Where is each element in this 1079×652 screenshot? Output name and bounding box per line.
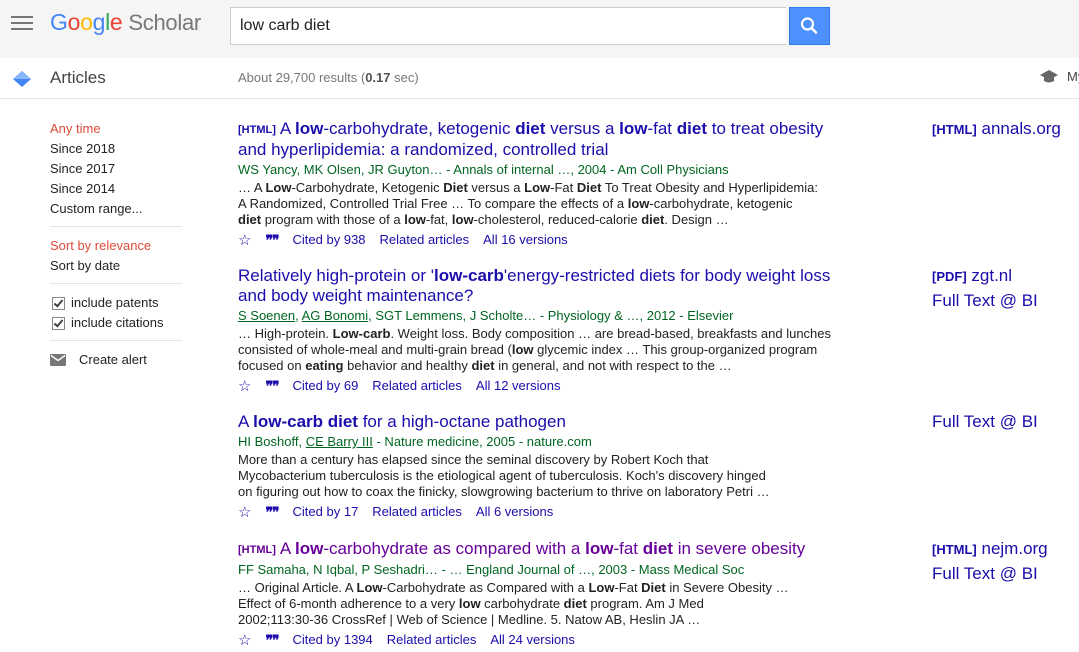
divider (50, 340, 182, 341)
result-title-link[interactable]: Relatively high-protein or 'low-carb'ene… (238, 266, 838, 306)
filter-custom-range[interactable]: Custom range... (50, 199, 182, 219)
result-actions: ☆ ❞❞ Cited by 938 Related articles All 1… (238, 231, 838, 249)
full-text-bi-link[interactable]: Full Text @ BI (932, 562, 1072, 586)
divider (50, 283, 182, 284)
related-articles-link[interactable]: Related articles (387, 631, 477, 649)
envelope-icon (50, 354, 66, 366)
include-citations-checkbox[interactable]: include citations (52, 313, 182, 333)
checkbox-checked-icon[interactable] (52, 296, 65, 310)
source-domain: annals.org (981, 119, 1061, 138)
result-side-links: [PDF] zgt.nl Full Text @ BI (932, 264, 1072, 313)
result-snippet: … Original Article. A Low-Carbohydrate a… (238, 580, 789, 627)
result-actions: ☆ ❞❞ Cited by 69 Related articles All 12… (238, 377, 838, 395)
result-snippet: More than a century has elapsed since th… (238, 452, 770, 499)
search-icon (800, 17, 818, 34)
format-tag: [HTML] (932, 542, 977, 557)
fulltext-source-link[interactable]: [PDF] zgt.nl (932, 264, 1072, 289)
format-tag: [HTML] (238, 544, 276, 556)
result-title-link[interactable]: [HTML] A low-carbohydrate as compared wit… (238, 539, 838, 560)
all-versions-link[interactable]: All 12 versions (476, 377, 561, 395)
google-scholar-logo[interactable]: Google Scholar (50, 9, 201, 36)
checkbox-checked-icon[interactable] (52, 316, 65, 330)
create-alert-label: Create alert (79, 352, 147, 367)
filter-since-2018[interactable]: Since 2018 (50, 139, 182, 159)
cite-quote-icon[interactable]: ❞❞ (265, 631, 279, 649)
filter-since-2017[interactable]: Since 2017 (50, 159, 182, 179)
include-patents-label: include patents (71, 295, 159, 310)
fulltext-source-link[interactable]: [HTML] annals.org (932, 117, 1072, 142)
format-tag: [PDF] (932, 269, 967, 284)
top-bar: Google Scholar (0, 0, 1079, 58)
author-link[interactable]: S Soenen (238, 308, 295, 323)
results-subheader: Articles About 29,700 results (0.17 sec)… (0, 58, 1079, 99)
source-domain: nejm.org (981, 539, 1048, 558)
result-snippet: … A Low-Carbohydrate, Ketogenic Diet ver… (238, 180, 818, 227)
result-side-links: [HTML] nejm.org Full Text @ BI (932, 537, 1072, 586)
cite-quote-icon[interactable]: ❞❞ (265, 231, 279, 249)
result-side-links: [HTML] annals.org (932, 117, 1072, 142)
sort-by-date[interactable]: Sort by date (50, 256, 182, 276)
result-actions: ☆ ❞❞ Cited by 17 Related articles All 6 … (238, 503, 838, 521)
cited-by-link[interactable]: Cited by 69 (293, 377, 359, 395)
result-title-link[interactable]: [HTML] A low-carbohydrate, ketogenic diet… (238, 119, 838, 160)
result-title-text[interactable]: A low-carbohydrate, ketogenic diet versu… (238, 119, 823, 159)
filter-any-time[interactable]: Any time (50, 119, 182, 139)
include-citations-label: include citations (71, 315, 164, 330)
fulltext-source-link[interactable]: [HTML] nejm.org (932, 537, 1072, 562)
filter-since-2014[interactable]: Since 2014 (50, 179, 182, 199)
full-text-bi-link[interactable]: Full Text @ BI (932, 289, 1072, 313)
graduation-cap-icon[interactable] (1040, 69, 1058, 85)
save-star-icon[interactable]: ☆ (238, 633, 251, 648)
include-patents-checkbox[interactable]: include patents (52, 293, 182, 313)
menu-icon[interactable] (11, 16, 33, 34)
result-title-text[interactable]: A low-carbohydrate as compared with a lo… (280, 539, 805, 558)
cited-by-link[interactable]: Cited by 938 (293, 231, 366, 249)
sort-by-relevance[interactable]: Sort by relevance (50, 236, 182, 256)
full-text-bi-link[interactable]: Full Text @ BI (932, 410, 1072, 434)
result-authors: FF Samaha, N Iqbal, P Seshadri… - … Engl… (238, 562, 745, 577)
save-star-icon[interactable]: ☆ (238, 233, 251, 248)
cited-by-link[interactable]: Cited by 17 (293, 503, 359, 521)
format-tag: [HTML] (238, 124, 276, 136)
cite-quote-icon[interactable]: ❞❞ (265, 377, 279, 395)
related-articles-link[interactable]: Related articles (372, 503, 462, 521)
cited-by-link[interactable]: Cited by 1394 (293, 631, 373, 649)
filter-sidebar: Any time Since 2018 Since 2017 Since 201… (50, 119, 182, 370)
all-versions-link[interactable]: All 6 versions (476, 503, 553, 521)
search-input[interactable] (230, 7, 786, 45)
result-authors: HI Boshoff, CE Barry III - Nature medici… (238, 434, 592, 449)
all-versions-link[interactable]: All 16 versions (483, 231, 568, 249)
author-link[interactable]: CE Barry III (306, 434, 373, 449)
my-profile-link[interactable]: My profile (1067, 69, 1079, 84)
related-articles-link[interactable]: Related articles (372, 377, 462, 395)
result-authors: WS Yancy, MK Olsen, JR Guyton… - Annals … (238, 162, 729, 177)
articles-icon (13, 71, 31, 87)
result-side-links: Full Text @ BI (932, 410, 1072, 434)
author-link[interactable]: AG Bonomi (302, 308, 368, 323)
results-count: About 29,700 results (0.17 sec) (238, 70, 419, 85)
result-item: A low-carb diet for a high-octane pathog… (238, 412, 838, 521)
result-item: Relatively high-protein or 'low-carb'ene… (238, 266, 838, 395)
save-star-icon[interactable]: ☆ (238, 379, 251, 394)
related-articles-link[interactable]: Related articles (380, 231, 470, 249)
source-domain: zgt.nl (971, 266, 1013, 285)
result-actions: ☆ ❞❞ Cited by 1394 Related articles All … (238, 631, 838, 649)
result-authors: S Soenen, AG Bonomi, SGT Lemmens, J Scho… (238, 308, 734, 323)
search-button[interactable] (789, 7, 830, 45)
create-alert-button[interactable]: Create alert (50, 350, 182, 370)
result-title-link[interactable]: A low-carb diet for a high-octane pathog… (238, 412, 838, 432)
cite-quote-icon[interactable]: ❞❞ (265, 503, 279, 521)
result-snippet: … High-protein. Low-carb. Weight loss. B… (238, 326, 832, 373)
result-item: [HTML] A low-carbohydrate, ketogenic diet… (238, 119, 838, 249)
format-tag: [HTML] (932, 122, 977, 137)
section-label[interactable]: Articles (50, 68, 106, 88)
divider (50, 226, 182, 227)
all-versions-link[interactable]: All 24 versions (490, 631, 575, 649)
save-star-icon[interactable]: ☆ (238, 505, 251, 520)
result-item: [HTML] A low-carbohydrate as compared wit… (238, 539, 838, 649)
